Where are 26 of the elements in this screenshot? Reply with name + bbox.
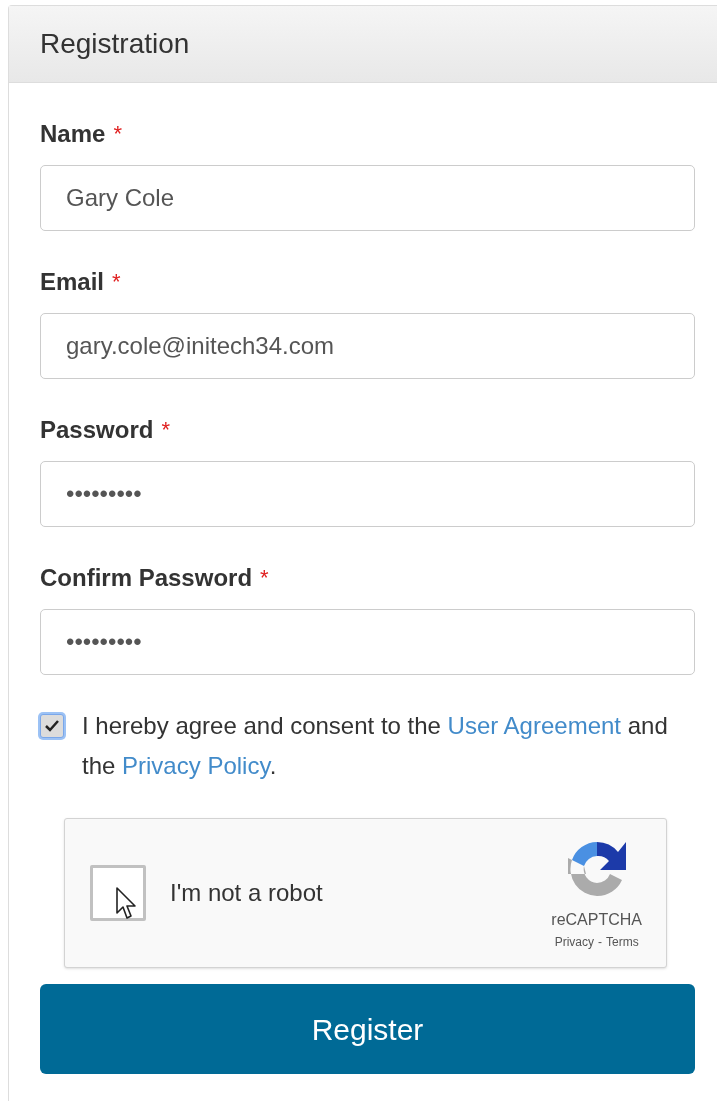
register-button[interactable]: Register xyxy=(40,984,695,1074)
agreement-text: I hereby agree and consent to the User Agreement and the Privacy Policy. xyxy=(82,711,669,781)
field-label: Email xyxy=(40,267,105,297)
terms-link[interactable]: Terms xyxy=(606,934,639,950)
required-mark: * xyxy=(161,416,170,444)
link-separator: - xyxy=(598,934,602,950)
field-label: Password xyxy=(40,415,154,445)
privacy-link[interactable]: Privacy xyxy=(554,934,594,950)
required-mark: * xyxy=(112,268,121,296)
agree-checkbox[interactable] xyxy=(40,714,64,738)
required-mark: * xyxy=(113,120,122,148)
agreement-link[interactable]: User Agreement xyxy=(447,712,621,739)
captcha-checkbox[interactable] xyxy=(90,865,146,921)
input-field[interactable]: gary.cole@initech34.com xyxy=(40,313,695,379)
cursor-icon xyxy=(116,887,138,921)
field-label: Confirm Password xyxy=(40,563,253,593)
input-field[interactable]: ••••••••• xyxy=(40,461,695,527)
captcha-brand: reCAPTCHA xyxy=(551,910,642,930)
agreement-link[interactable]: Privacy Policy xyxy=(122,752,270,779)
input-field[interactable]: Gary Cole xyxy=(40,165,695,231)
input-field[interactable]: ••••••••• xyxy=(40,609,695,675)
required-mark: * xyxy=(260,564,269,592)
field-label: Name xyxy=(40,119,106,149)
panel-title: Registration xyxy=(40,27,190,61)
captcha-label: I'm not a robot xyxy=(170,878,323,908)
checkmark-icon xyxy=(45,720,59,732)
